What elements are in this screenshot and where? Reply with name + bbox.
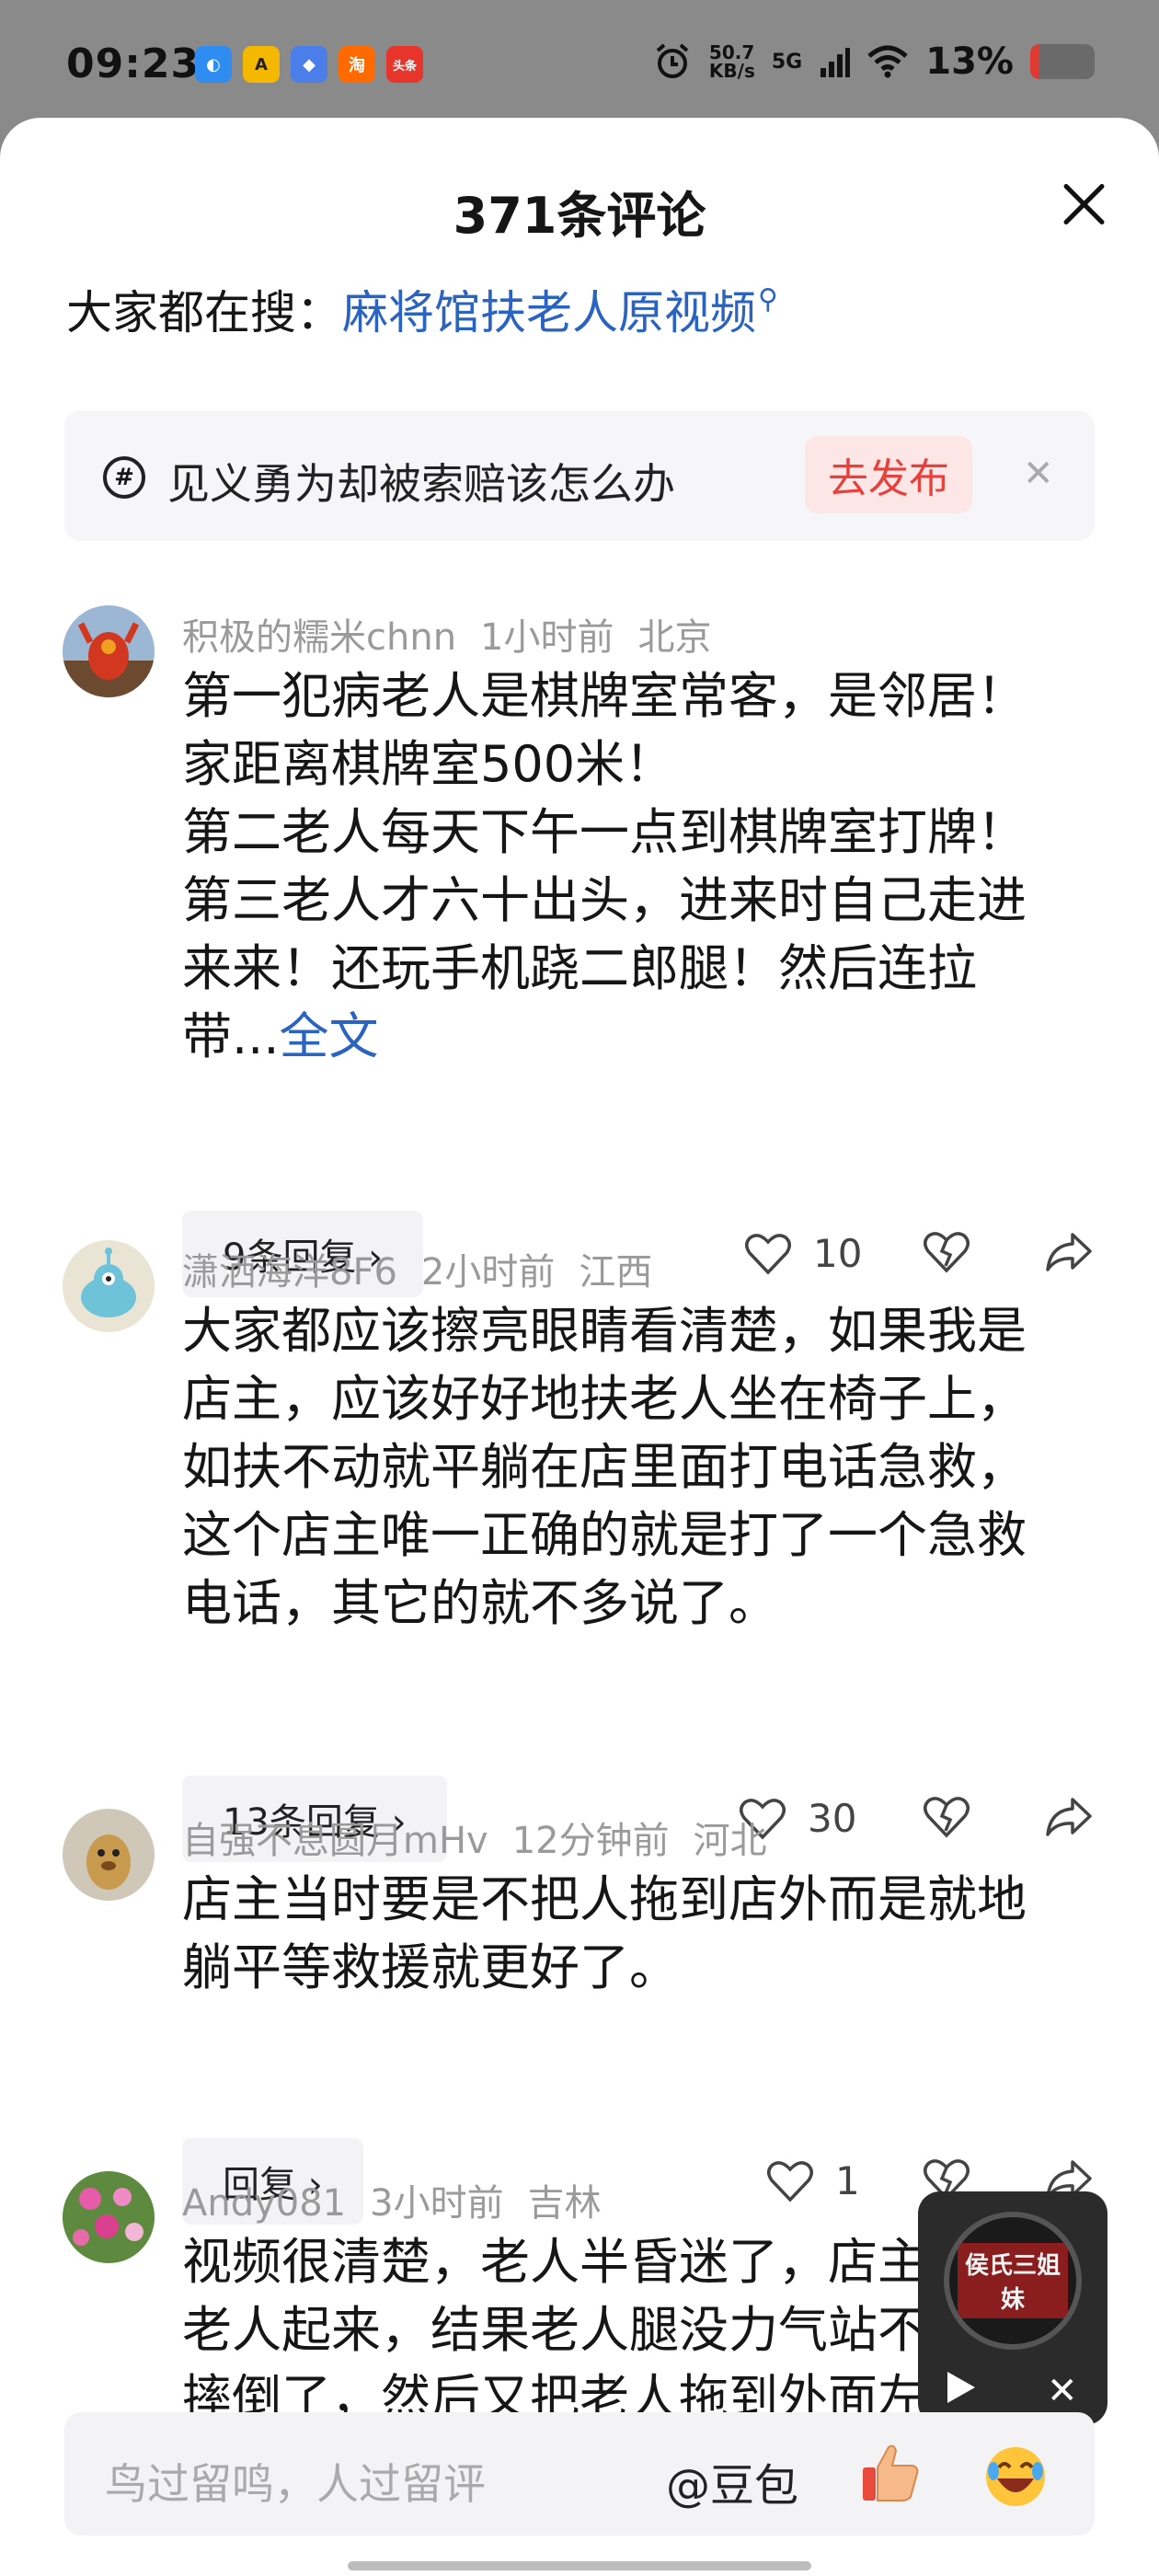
mini-player-close-icon[interactable]: ✕ bbox=[1047, 2370, 1078, 2412]
comment-input-placeholder[interactable]: 鸟过留鸣，人过留评 bbox=[105, 2451, 486, 2512]
share-icon bbox=[1046, 1798, 1092, 1836]
like-button[interactable]: 10 bbox=[745, 1231, 862, 1276]
avatar[interactable] bbox=[63, 1809, 155, 1901]
signal-icon bbox=[820, 48, 851, 77]
prompt-close-icon[interactable]: ✕ bbox=[1023, 453, 1054, 495]
taobao-icon: 淘 bbox=[339, 46, 375, 83]
status-bar: 09:23 ◐ A ◆ 淘 头条 50.7 KB/s 5G 13% bbox=[0, 0, 1159, 120]
trending-search-link[interactable]: 麻将馆扶老人原视频 bbox=[342, 276, 756, 342]
close-icon[interactable] bbox=[1060, 180, 1107, 228]
comment-body: 店主当时要是不把人拖到店外而是就地 躺平等救援就更好了。 bbox=[182, 1870, 1027, 1996]
avatar[interactable] bbox=[63, 2171, 155, 2263]
alarm-icon bbox=[656, 43, 689, 78]
comment-body: 第一犯病老人是棋牌室常客，是邻居！ 家距离棋牌室500米！ 第二老人每天下午一点… bbox=[182, 667, 1027, 1065]
hashtag-icon: # bbox=[103, 456, 145, 499]
like-button[interactable]: 1 bbox=[767, 2158, 860, 2203]
comment-time: 3小时前 bbox=[370, 2182, 504, 2225]
dislike-button[interactable] bbox=[924, 1796, 970, 1842]
status-time: 09:23 bbox=[66, 40, 201, 87]
like-count: 1 bbox=[835, 2158, 860, 2203]
broken-heart-icon bbox=[924, 1797, 970, 1838]
status-right: 50.7 KB/s 5G 13% bbox=[652, 40, 1095, 83]
avatar[interactable] bbox=[63, 1240, 155, 1332]
comment-username[interactable]: 潇洒海洋8F6 bbox=[182, 1251, 397, 1294]
comment-time: 1小时前 bbox=[480, 616, 614, 659]
mini-player[interactable]: 侯氏三姐妹 ✕ bbox=[918, 2191, 1107, 2425]
toutiao-icon: 头条 bbox=[386, 46, 423, 83]
share-button[interactable] bbox=[1045, 1231, 1093, 1277]
publish-button[interactable]: 去发布 bbox=[805, 436, 972, 513]
share-icon bbox=[1046, 1233, 1092, 1271]
trending-search-label: 大家都在搜： bbox=[66, 286, 342, 339]
full-text-link[interactable]: 全文 bbox=[280, 1007, 379, 1065]
mini-player-cover-title: 侯氏三姐妹 bbox=[958, 2243, 1068, 2318]
network-type: 5G bbox=[771, 50, 803, 74]
play-icon[interactable] bbox=[942, 2368, 979, 2410]
laughing-emoji-icon[interactable] bbox=[981, 2440, 1050, 2510]
avatar[interactable] bbox=[63, 605, 155, 697]
like-count: 10 bbox=[813, 1231, 863, 1276]
like-count: 30 bbox=[808, 1796, 857, 1841]
comment-username[interactable]: 自强不息圆月mHv bbox=[182, 1820, 488, 1862]
comment-location: 江西 bbox=[579, 1251, 653, 1294]
battery-icon bbox=[1030, 44, 1095, 79]
heart-icon bbox=[745, 1233, 791, 1275]
dislike-button[interactable] bbox=[924, 1231, 970, 1277]
search-icon: ⚲ bbox=[758, 283, 778, 316]
browser-icon: ◐ bbox=[195, 46, 232, 83]
comment-input[interactable]: 鸟过留鸣，人过留评 @豆包 bbox=[64, 2412, 1095, 2536]
comment-meta: Andy081 3小时前 吉林 bbox=[182, 2173, 625, 2226]
comment-location: 吉林 bbox=[527, 2182, 602, 2225]
thumbs-up-emoji-icon[interactable] bbox=[857, 2440, 924, 2506]
comment-meta: 积极的糯米chnn 1小时前 北京 bbox=[182, 607, 736, 661]
comment-username[interactable]: 积极的糯米chnn bbox=[182, 616, 456, 659]
app-a-icon: A bbox=[243, 46, 280, 83]
comment-username[interactable]: Andy081 bbox=[182, 2182, 346, 2225]
trending-search: 大家都在搜： 麻将馆扶老人原视频 ⚲ bbox=[66, 276, 778, 342]
wifi-icon bbox=[867, 45, 908, 78]
battery-level-fill bbox=[1030, 44, 1039, 79]
comment-location: 北京 bbox=[637, 616, 712, 659]
comment-time: 12分钟前 bbox=[511, 1820, 670, 1862]
net-speed: 50.7 KB/s bbox=[708, 41, 755, 82]
comment-time: 2小时前 bbox=[420, 1251, 556, 1294]
share-button[interactable] bbox=[1045, 1796, 1093, 1842]
broken-heart-icon bbox=[924, 1232, 970, 1273]
status-app-icons: ◐ A ◆ 淘 头条 bbox=[195, 46, 423, 83]
topic-prompt: # 见义勇为却被索赔该怎么办 去发布 ✕ bbox=[64, 410, 1095, 541]
comments-title: 371条评论 bbox=[453, 187, 706, 245]
app-blue-icon: ◆ bbox=[291, 46, 327, 83]
comment-meta: 潇洒海洋8F6 2小时前 江西 bbox=[182, 1242, 676, 1295]
heart-icon bbox=[767, 2160, 813, 2202]
mini-player-cover[interactable]: 侯氏三姐妹 bbox=[944, 2212, 1082, 2350]
mention-doubao-button[interactable]: @豆包 bbox=[666, 2449, 798, 2513]
comments-sheet: 371条评论 大家都在搜： 麻将馆扶老人原视频 ⚲ # 见义勇为却被索赔该怎么办… bbox=[0, 118, 1159, 2576]
comment-body: 大家都应该擦亮眼睛看清楚，如果我是 店主，应该好好地扶老人坐在椅子上， 如扶不动… bbox=[182, 1302, 1027, 1632]
topic-prompt-text: 见义勇为却被索赔该怎么办 bbox=[167, 459, 675, 509]
home-indicator[interactable] bbox=[348, 2561, 811, 2570]
comment-meta: 自强不息圆月mHv 12分钟前 河北 bbox=[182, 1811, 791, 1864]
battery-text: 13% bbox=[925, 40, 1014, 83]
comment-location: 河北 bbox=[693, 1820, 767, 1862]
